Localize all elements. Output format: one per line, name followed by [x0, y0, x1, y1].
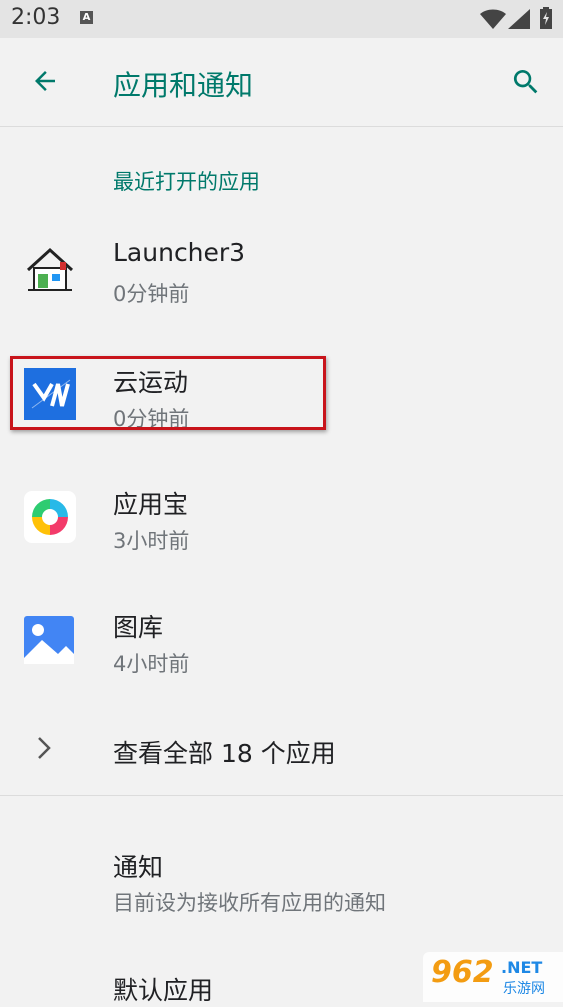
page-title: 应用和通知 — [113, 69, 254, 102]
signal-icon — [508, 9, 530, 29]
wifi-icon — [480, 9, 506, 29]
pref-notifications[interactable]: 通知 目前设为接收所有应用的通知 — [0, 830, 563, 930]
gallery-icon — [24, 616, 74, 664]
pref-title: 通知 — [113, 853, 164, 882]
recent-apps-label: 最近打开的应用 — [113, 170, 260, 194]
pref-subtitle: 目前设为接收所有应用的通知 — [113, 891, 386, 915]
watermark-net: .NET — [501, 958, 543, 977]
chevron-right-icon — [38, 737, 51, 759]
app-name: Launcher3 — [113, 238, 246, 267]
see-all-apps-label: 查看全部 18 个应用 — [113, 739, 336, 768]
app-name: 图库 — [113, 613, 164, 642]
app-last-used: 4小时前 — [113, 652, 190, 676]
divider — [0, 795, 563, 796]
battery-icon — [540, 7, 552, 29]
see-all-apps-button[interactable]: 查看全部 18 个应用 — [0, 710, 563, 790]
status-time: 2:03 — [11, 5, 61, 30]
status-bar: 2:03 A — [0, 0, 563, 38]
watermark-site: 乐游网 — [503, 981, 545, 997]
launcher-house-icon — [26, 247, 74, 291]
app-name: 应用宝 — [113, 490, 189, 519]
watermark-logo: 962 .NET 乐游网 — [423, 952, 563, 1002]
app-bar: 应用和通知 — [0, 38, 563, 127]
app-item-launcher3[interactable]: Launcher3 0分钟前 — [0, 220, 563, 330]
search-icon[interactable] — [510, 66, 542, 98]
yingyongbao-icon — [24, 491, 76, 543]
highlight-box — [10, 356, 326, 430]
app-item-gallery[interactable]: 图库 4小时前 — [0, 590, 563, 700]
arrow-back-icon[interactable] — [30, 66, 60, 96]
notification-icon: A — [80, 11, 93, 24]
app-last-used: 0分钟前 — [113, 282, 190, 306]
app-last-used: 3小时前 — [113, 529, 190, 553]
app-item-yingyongbao[interactable]: 应用宝 3小时前 — [0, 467, 563, 577]
watermark-number: 962 — [431, 955, 494, 990]
